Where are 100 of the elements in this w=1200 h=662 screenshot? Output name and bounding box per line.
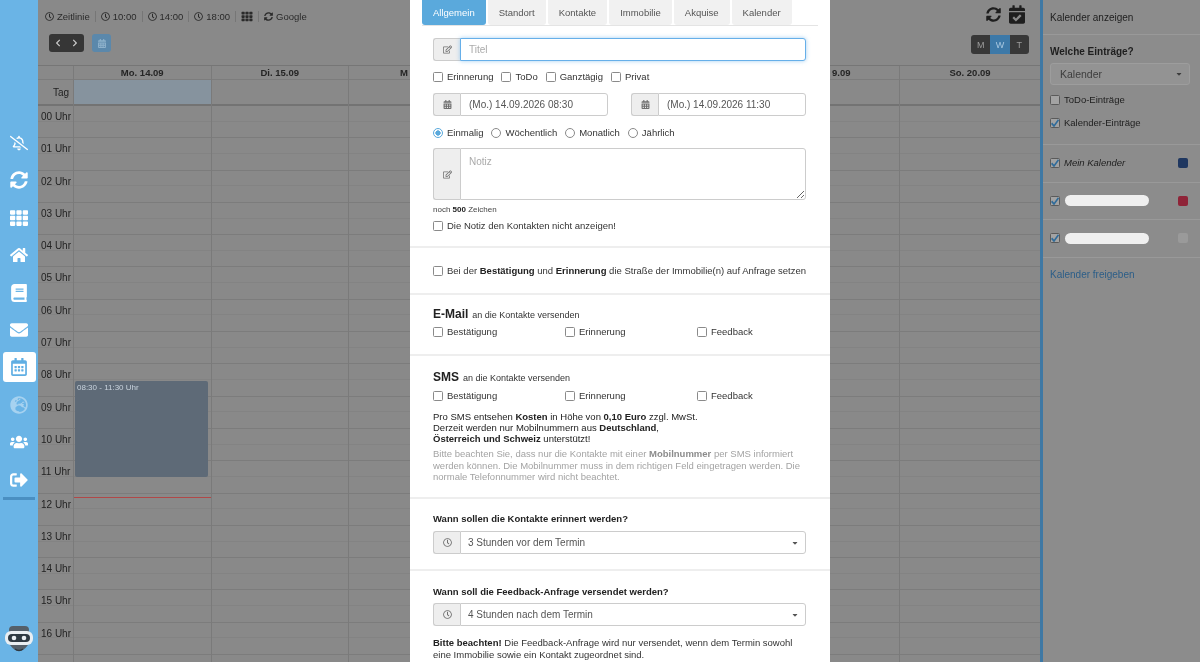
hour-label: 02 Uhr <box>41 175 71 188</box>
view-mode-button[interactable]: W <box>990 35 1010 54</box>
sms-hint: Bitte beachten Sie, dass nur die Kontakte mit einer Mobilnummer per SMS informiert werden können. Die Mobilnummer muss in dem richtigen Feld eingetragen werden. Die normale Telefonnummer wird nicht beachtet. <box>433 448 801 484</box>
hour-label: 12 Uhr <box>41 498 71 511</box>
calendar-icon <box>97 38 106 48</box>
calendar-event[interactable]: 08:30 - 11:30 Uhr <box>75 380 208 478</box>
caret-icon <box>1175 70 1183 78</box>
hour-label: 16 Uhr <box>41 627 71 640</box>
checkmark-icon <box>1051 159 1059 168</box>
tab[interactable]: Immobilie <box>609 0 672 25</box>
section-subtitle: an die Kontakte versenden <box>472 309 580 322</box>
checkbox[interactable] <box>565 327 575 337</box>
radio-button[interactable] <box>491 128 502 138</box>
edit-icon <box>442 169 452 179</box>
sign-out-icon <box>10 470 28 489</box>
edit-icon <box>442 45 452 54</box>
tab[interactable]: Standort <box>487 0 546 25</box>
sidebar-button[interactable] <box>2 352 36 383</box>
calendar-name: Mein Kalender <box>1064 157 1126 170</box>
sms-cost-note: Pro SMS entsehen Kosten in Höhe von 0,10 Euro zzgl. MwSt. Derzeit werden nur Mobilnummern aus Deutschland, Österreich und Schweiz unterstützt! <box>433 411 699 444</box>
radio-button[interactable] <box>433 128 443 138</box>
checkbox[interactable] <box>545 72 556 82</box>
checkbox[interactable] <box>565 391 575 401</box>
calendar-icon <box>640 100 650 109</box>
hour-label: 01 Uhr <box>41 143 71 156</box>
checkmark-icon <box>1051 196 1059 205</box>
checkbox[interactable] <box>697 391 707 401</box>
clock-icon <box>45 11 54 21</box>
tab[interactable]: Kontakte <box>547 0 608 25</box>
day-header: M <box>400 67 408 78</box>
checkbox[interactable] <box>433 327 443 337</box>
day-header: Mo. 14.09 <box>120 67 164 78</box>
hour-label: 04 Uhr <box>41 240 71 253</box>
hour-label: 13 Uhr <box>41 530 71 543</box>
checkbox[interactable] <box>1050 158 1060 169</box>
hour-label: 15 Uhr <box>41 595 71 608</box>
calendar-check-icon[interactable] <box>1009 5 1025 24</box>
book-icon <box>10 283 28 302</box>
tab[interactable]: Kalender <box>731 0 792 25</box>
chevron-left-icon <box>53 39 62 47</box>
home-icon <box>10 246 28 265</box>
checkbox-label: ToDo-Einträge <box>1064 94 1125 106</box>
radio-label: Wöchentlich <box>505 127 558 139</box>
end-date-input[interactable]: (Mo.) 14.09.2026 11:30 <box>658 93 806 116</box>
grid-icon <box>10 208 28 227</box>
checkbox[interactable] <box>1050 95 1060 105</box>
day-header: Di. 15.09 <box>260 67 300 78</box>
checkbox-label: Bestätigung <box>447 326 498 338</box>
toolbar-button[interactable]: 10:00 <box>94 10 142 22</box>
checkbox[interactable] <box>1050 118 1060 128</box>
checkbox[interactable] <box>433 266 443 276</box>
previous-button[interactable] <box>49 34 67 52</box>
today-button[interactable] <box>92 34 111 52</box>
checkbox[interactable] <box>611 72 621 82</box>
toolbar-button[interactable]: 18:00 <box>188 10 236 22</box>
globe-icon <box>10 395 28 414</box>
radio-button[interactable] <box>627 128 638 138</box>
checkbox-label: Erinnerung <box>579 390 626 402</box>
envelope-icon <box>10 320 28 339</box>
radio-button[interactable] <box>565 128 576 138</box>
checkbox[interactable] <box>433 72 443 82</box>
reminder-select[interactable]: 3 Stunden vor dem Termin <box>460 531 806 555</box>
hour-label: 03 Uhr <box>41 207 71 220</box>
hour-label: 09 Uhr <box>41 401 71 414</box>
checkbox-label: Privat <box>625 71 650 83</box>
hour-label: 05 Uhr <box>41 272 71 285</box>
panel-title: Kalender anzeigen <box>1050 11 1134 23</box>
view-mode-button[interactable]: M <box>971 35 991 54</box>
toolbar-button[interactable]: 14:00 <box>141 10 189 22</box>
checkbox[interactable] <box>697 327 707 337</box>
clock-icon <box>442 610 452 620</box>
checkbox-label: Kalender-Einträge <box>1064 117 1141 129</box>
note-textarea[interactable]: Notiz <box>460 148 806 200</box>
hour-label: 10 Uhr <box>41 433 71 446</box>
character-counter: noch 500 Zeichen <box>433 205 498 215</box>
tab[interactable]: Allgemein <box>422 0 486 25</box>
checkbox[interactable] <box>433 221 443 231</box>
start-date-input[interactable]: (Mo.) 14.09.2026 08:30 <box>460 93 608 116</box>
hour-label: 14 Uhr <box>41 563 71 576</box>
entries-select[interactable]: Kalender <box>1050 63 1190 85</box>
grid-icon <box>241 10 254 22</box>
day-header: So. 20.09 <box>949 67 991 78</box>
checkbox[interactable] <box>1050 233 1060 244</box>
checkbox-label: Die Notiz den Kontakten nicht anzeigen! <box>447 220 616 232</box>
checkbox-label: Bei der Bestätigung und Erinnerung die Straße der Immobilie(n) auf Anfrage setzen <box>447 265 807 277</box>
toolbar-button[interactable]: Google <box>258 10 312 22</box>
checkbox[interactable] <box>1050 195 1060 206</box>
hour-label: 08 Uhr <box>41 369 71 382</box>
refresh-icon[interactable] <box>986 7 1001 22</box>
chevron-right-icon <box>71 39 80 47</box>
hour-label: 07 Uhr <box>41 337 71 350</box>
all-day-label: Tag <box>52 86 69 98</box>
checkbox[interactable] <box>433 391 443 401</box>
title-input[interactable]: Titel <box>460 38 806 61</box>
toolbar-button[interactable]: Zeitlinie <box>45 10 95 22</box>
feedback-select[interactable]: 4 Stunden nach dem Termin <box>460 603 806 627</box>
checkbox[interactable] <box>501 72 512 82</box>
tab[interactable]: Akquise <box>673 0 730 25</box>
reminder-question: Wann sollen die Kontakte erinnert werden? <box>433 513 629 526</box>
radio-label: Jährlich <box>641 127 675 139</box>
